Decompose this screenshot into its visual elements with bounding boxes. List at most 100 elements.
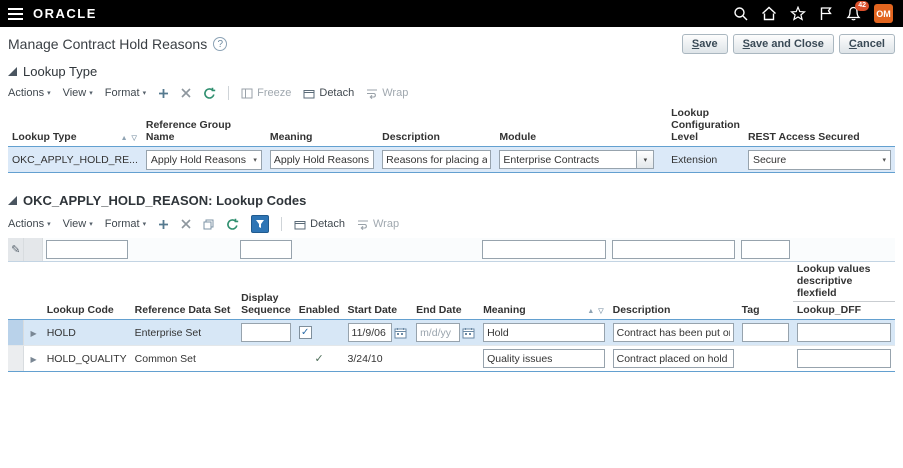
calendar-icon[interactable] (394, 327, 407, 339)
sort-icons[interactable]: ▲ ▽ (587, 308, 604, 316)
page-title: Manage Contract Hold Reasons (8, 36, 208, 52)
module-lov: ▾ (499, 150, 655, 170)
lookup-codes-section-title: OKC_APPLY_HOLD_REASON: Lookup Codes (23, 193, 307, 209)
query-by-example-toggle[interactable] (251, 215, 270, 234)
rest-access-secured-select[interactable]: Secure ▾ (747, 149, 891, 170)
oracle-logo: ORACLE (33, 6, 97, 21)
detach-icon (303, 89, 315, 98)
toolbar-separator (281, 217, 283, 232)
announcements-flag-icon[interactable] (819, 6, 833, 21)
refresh-icon[interactable] (226, 218, 239, 231)
wrap-icon (357, 220, 368, 230)
delete-icon[interactable] (181, 88, 191, 98)
module-dropdown-button[interactable]: ▾ (637, 150, 655, 170)
help-icon[interactable]: ? (213, 37, 228, 51)
add-icon[interactable] (158, 88, 169, 99)
lookup-type-value: OKC_APPLY_HOLD_RE... (12, 153, 138, 166)
search-icon[interactable] (733, 6, 748, 21)
lookup-type-table: Lookup Type ▲ ▽ Reference Group Name Mean… (8, 105, 895, 174)
wrap-button: Wrap (357, 218, 399, 230)
column-header-reference-group-name: Reference Group Name (141, 105, 266, 148)
calendar-icon[interactable] (462, 327, 475, 339)
lookup-codes-header-row: Lookup Code Reference Data Set Display S… (8, 261, 895, 321)
table-row[interactable]: ▶ HOLD Enterprise Set ✓ (8, 319, 895, 347)
caret-down-icon: ▾ (89, 221, 93, 229)
column-header-lookup-type: Lookup Type ▲ ▽ (8, 105, 142, 148)
cancel-button[interactable]: Cancel (838, 34, 895, 54)
meaning-input[interactable] (269, 150, 375, 170)
lookup-type-header-row: Lookup Type ▲ ▽ Reference Group Name Mean… (8, 105, 895, 148)
lookup-dff-input[interactable] (796, 349, 891, 369)
table-row[interactable]: ▶ HOLD_QUALITY Common Set ✓ 3/24/10 (8, 345, 895, 373)
duplicate-icon[interactable] (203, 219, 214, 230)
start-date-input[interactable] (347, 323, 392, 343)
start-date-field (347, 323, 409, 343)
qbe-meaning-input[interactable] (482, 240, 606, 260)
favorites-star-icon[interactable] (790, 6, 806, 21)
notifications-bell-icon[interactable]: 42 (846, 1, 869, 21)
qbe-lookup-code-input[interactable] (46, 240, 128, 260)
save-and-close-button[interactable]: Save and Close (732, 34, 834, 54)
column-header-lookup-configuration-level: Lookup Configuration Level (667, 105, 744, 148)
display-sequence-input[interactable] (241, 323, 291, 343)
reference-data-set-value: Common Set (134, 352, 196, 365)
end-date-field (416, 323, 475, 343)
module-input[interactable] (499, 150, 638, 170)
lookup-type-toolbar: Actions ▾ View ▾ Format ▾ Freeze Detach Wra… (0, 82, 903, 105)
view-menu[interactable]: View ▾ (63, 87, 93, 99)
save-button[interactable]: Save (681, 34, 728, 54)
collapse-triangle-icon[interactable] (8, 67, 17, 76)
lookup-codes-section-header: OKC_APPLY_HOLD_REASON: Lookup Codes (0, 187, 903, 211)
column-header-reference-data-set: Reference Data Set (130, 261, 238, 321)
current-row-arrow-icon[interactable]: ▶ (30, 329, 36, 338)
lookup-codes-toolbar: Actions ▾ View ▾ Format ▾ Detach Wrap (0, 211, 903, 238)
filter-icon (256, 220, 265, 229)
edit-pencil-icon: ✎ (11, 244, 21, 257)
chevron-down-icon: ▾ (253, 156, 257, 164)
sort-icons[interactable]: ▲ ▽ (121, 135, 138, 143)
format-menu[interactable]: Format ▾ (105, 218, 146, 230)
row-arrow-icon[interactable]: ▶ (30, 355, 36, 364)
tag-input[interactable] (741, 323, 789, 343)
qbe-description-input[interactable] (611, 240, 735, 260)
column-header-lookup-dff: Lookup values descriptive flexfield Look… (792, 261, 895, 321)
caret-down-icon: ▾ (142, 221, 147, 229)
enabled-checkbox[interactable]: ✓ (298, 326, 312, 340)
column-header-description: Description (608, 261, 738, 321)
wrap-button: Wrap (366, 87, 408, 99)
reference-group-name-select[interactable]: Apply Hold Reasons ▾ (145, 149, 262, 170)
collapse-triangle-icon[interactable] (8, 196, 17, 206)
lookup-type-section-title: Lookup Type (23, 64, 98, 79)
end-date-input[interactable] (416, 323, 461, 343)
refresh-icon[interactable] (203, 87, 216, 100)
description-input[interactable] (612, 323, 734, 343)
view-menu[interactable]: View ▾ (63, 218, 93, 230)
meaning-input[interactable] (483, 349, 605, 369)
add-icon[interactable] (158, 219, 169, 230)
lookup-dff-input[interactable] (796, 323, 891, 343)
lookup-type-section-header: Lookup Type (0, 58, 903, 82)
meaning-input[interactable] (483, 323, 605, 343)
format-menu[interactable]: Format ▾ (105, 87, 146, 99)
caret-down-icon: ▾ (89, 90, 93, 97)
column-header-meaning: Meaning ▲ ▽ (479, 261, 609, 321)
qbe-tag-input[interactable] (740, 240, 790, 260)
column-header-lookup-code: Lookup Code (42, 261, 131, 321)
detach-button[interactable]: Detach (303, 87, 354, 99)
description-input[interactable] (612, 349, 734, 369)
freeze-icon (241, 88, 253, 98)
hamburger-menu-icon[interactable] (8, 7, 23, 20)
actions-menu[interactable]: Actions ▾ (8, 218, 51, 230)
lookup-configuration-level-value: Extension (671, 153, 718, 166)
lookup-code-value: HOLD (46, 326, 76, 339)
qbe-display-sequence-input[interactable] (240, 240, 292, 260)
home-icon[interactable] (761, 6, 777, 21)
column-header-display-sequence: Display Sequence (237, 261, 295, 321)
detach-button[interactable]: Detach (294, 218, 345, 230)
freeze-button: Freeze (241, 87, 291, 99)
actions-menu[interactable]: Actions ▾ (8, 87, 51, 99)
avatar[interactable]: OM (874, 4, 893, 23)
topbar: ORACLE 42 OM (0, 0, 903, 27)
description-input[interactable] (382, 150, 492, 170)
delete-icon[interactable] (181, 219, 191, 229)
